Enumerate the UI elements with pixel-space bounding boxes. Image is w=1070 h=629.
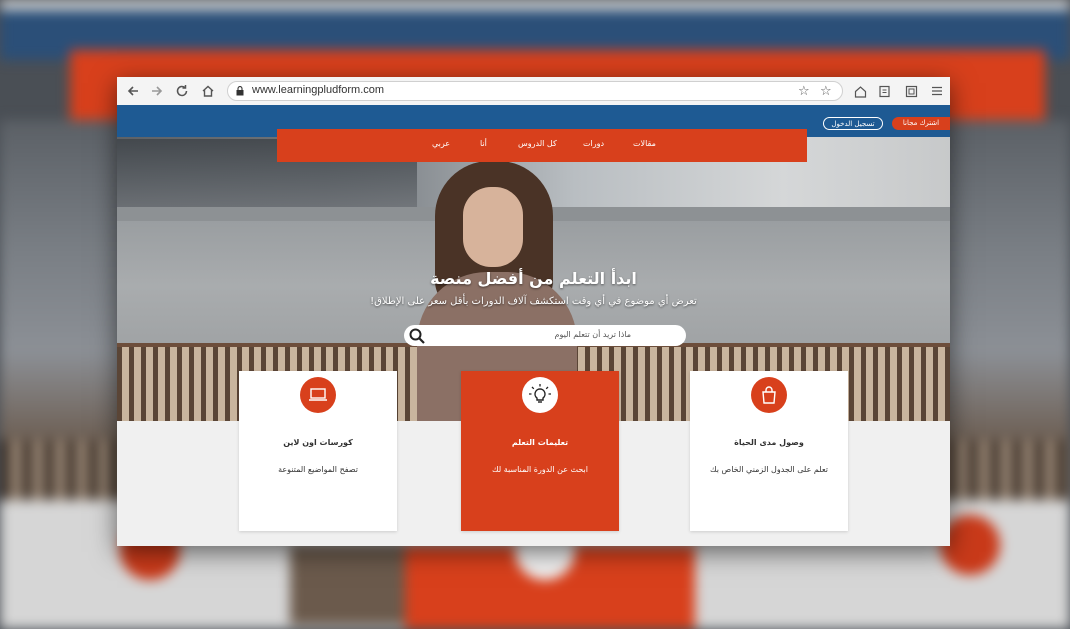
feature-card-lifetime-access[interactable]: وصول مدى الحياة تعلم على الجدول الزمني ا… <box>690 371 848 531</box>
feature-card-learning-tips[interactable]: تعليمات التعلم ابحث عن الدورة المناسبة ل… <box>461 371 619 531</box>
bookmark-icon[interactable]: ☆ <box>798 84 810 99</box>
laptop-icon <box>309 388 327 401</box>
nav-item-all-lessons[interactable]: كل الدروس <box>518 139 557 148</box>
forward-button[interactable] <box>147 81 167 101</box>
home-icon <box>202 85 214 97</box>
feature-card-online-courses[interactable]: كورسات اون لاين تصفح المواضيع المتنوعة <box>239 371 397 531</box>
main-nav: عربي أنا كل الدروس دورات مقالات <box>277 129 807 162</box>
extension-button[interactable] <box>850 81 870 101</box>
screenshot-button[interactable] <box>901 81 921 101</box>
reload-icon <box>176 85 188 97</box>
star-icon[interactable]: ☆ <box>820 84 832 99</box>
login-button[interactable]: تسجيل الدخول <box>823 117 883 130</box>
card-title: تعليمات التعلم <box>511 438 569 447</box>
window-icon <box>905 85 917 97</box>
search-icon[interactable] <box>408 327 426 345</box>
hero-title: ابدأ التعلم من أفضل منصة <box>430 269 637 288</box>
signup-button[interactable]: اشترك مجانا <box>892 117 950 130</box>
website: تسجيل الدخول اشترك مجانا ابدأ التعلم من … <box>117 105 950 546</box>
nav-item-articles[interactable]: مقالات <box>633 139 656 148</box>
lock-icon <box>236 86 244 96</box>
bag-icon <box>762 386 776 404</box>
search-placeholder: ماذا تريد أن تتعلم اليوم <box>554 330 631 339</box>
card-icon-badge <box>751 377 787 413</box>
card-icon-badge <box>522 377 558 413</box>
card-title: كورسات اون لاين <box>283 438 353 447</box>
browser-toolbar: www.learningpludform.com ☆ ☆ <box>117 77 950 106</box>
home-outline-icon <box>854 85 866 98</box>
card-title: وصول مدى الحياة <box>734 438 804 447</box>
back-button[interactable] <box>123 81 143 101</box>
hero-subtitle: تعرض أي موضوع في أي وقت استكشف آلاف الدو… <box>370 296 697 307</box>
reader-button[interactable] <box>874 81 894 101</box>
reload-button[interactable] <box>172 81 192 101</box>
nav-item-me[interactable]: أنا <box>480 139 487 148</box>
card-text: ابحث عن الدورة المناسبة لك <box>491 465 588 474</box>
menu-button[interactable] <box>927 81 947 101</box>
nav-item-courses[interactable]: دورات <box>583 139 604 148</box>
nav-item-arabic[interactable]: عربي <box>432 139 450 148</box>
arrow-right-icon <box>152 86 163 96</box>
arrow-left-icon <box>127 86 138 96</box>
hero-person-face <box>463 187 523 267</box>
card-text: تصفح المواضيع المتنوعة <box>278 465 358 474</box>
card-icon-badge <box>300 377 336 413</box>
home-button[interactable] <box>198 81 218 101</box>
reader-icon <box>878 85 890 97</box>
address-bar[interactable]: www.learningpludform.com ☆ ☆ <box>227 81 843 101</box>
hamburger-icon <box>932 86 942 96</box>
url-text: www.learningpludform.com <box>252 84 385 96</box>
lightbulb-icon <box>529 384 551 403</box>
browser-window: www.learningpludform.com ☆ ☆ تسجيل الدخو… <box>117 77 950 546</box>
search-bar[interactable]: ماذا تريد أن تتعلم اليوم <box>404 325 686 346</box>
card-text: تعلم على الجدول الزمني الخاص بك <box>710 465 828 474</box>
